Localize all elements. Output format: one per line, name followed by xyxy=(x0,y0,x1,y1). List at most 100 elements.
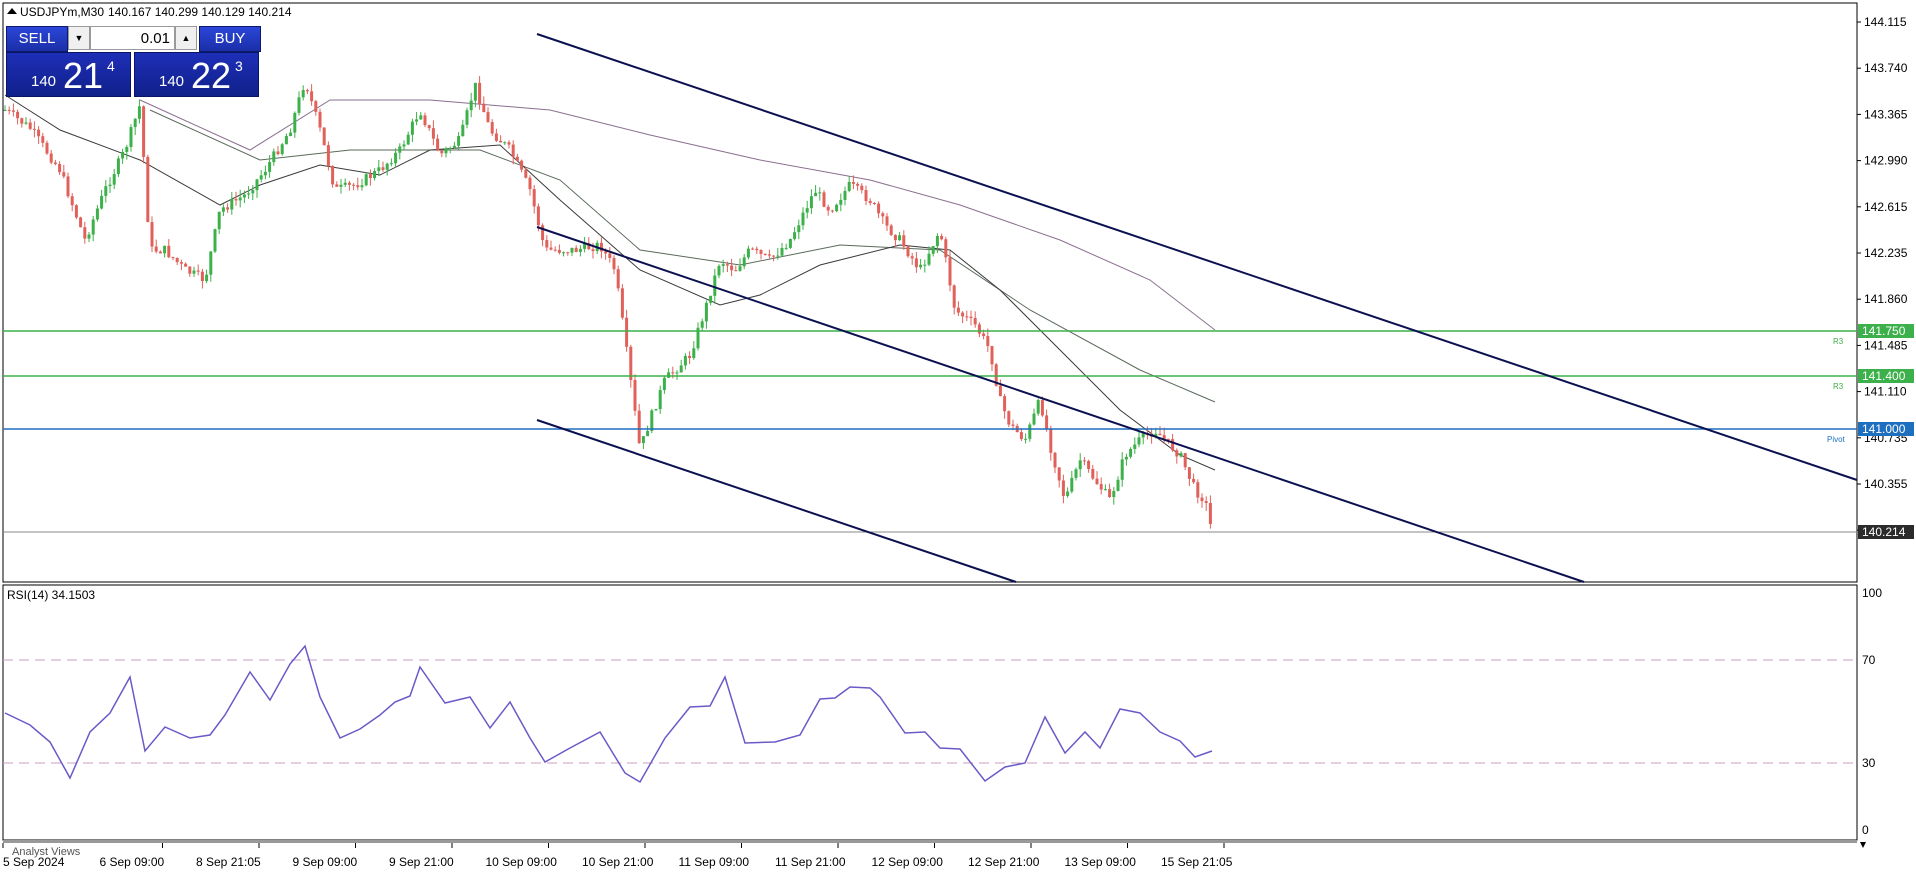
candle-body xyxy=(146,156,150,223)
candle-body xyxy=(1040,400,1044,416)
sell-quote[interactable]: 140 21 4 xyxy=(6,52,131,97)
candle-body xyxy=(776,255,780,257)
candle-body xyxy=(385,163,389,170)
price-axis[interactable]: 144.115 143.740 143.365 142.990 142.615 142.2… xyxy=(1857,15,1908,537)
candle-body xyxy=(793,232,797,240)
candle-body xyxy=(755,248,759,251)
candle-body xyxy=(226,207,230,210)
candle-body xyxy=(16,111,20,119)
candle-body xyxy=(1019,432,1023,440)
candle-body xyxy=(179,262,183,264)
candle-body xyxy=(675,372,679,374)
candle-body xyxy=(37,129,41,137)
price-tick-label: 142.990 xyxy=(1864,154,1908,168)
rsi-pane-frame xyxy=(2,584,1858,841)
candle-body xyxy=(419,115,423,120)
candle-body xyxy=(347,182,351,185)
sell-button[interactable]: SELL xyxy=(6,26,68,52)
candle-body xyxy=(125,146,129,152)
candle-body xyxy=(734,270,738,272)
candle-body xyxy=(444,148,448,154)
candle-body xyxy=(1187,467,1191,479)
price-tick-label: 142.235 xyxy=(1864,246,1908,260)
lot-increase-icon[interactable]: ▲ xyxy=(175,26,197,50)
candle-body xyxy=(948,257,952,286)
candle-body xyxy=(843,190,847,200)
candle-body xyxy=(499,140,503,143)
candle-body xyxy=(545,240,549,248)
candle-body xyxy=(1171,439,1175,451)
candle-body xyxy=(637,410,641,444)
buy-quote-fraction: 3 xyxy=(235,58,243,74)
candle-body xyxy=(532,189,536,207)
lot-size-input[interactable] xyxy=(90,26,175,50)
candle-body xyxy=(213,229,217,252)
candle-body xyxy=(74,205,78,218)
candle-body xyxy=(944,239,948,258)
scroll-down-icon[interactable] xyxy=(1860,842,1866,848)
candle-body xyxy=(826,206,830,211)
candle-body xyxy=(549,247,553,250)
candle-body xyxy=(457,136,461,146)
candle-body xyxy=(1196,482,1200,498)
r3-tag: R3 xyxy=(1833,337,1844,346)
r2-tag: R3 xyxy=(1833,382,1844,391)
candle-body xyxy=(490,122,494,134)
candle-body xyxy=(1049,429,1053,453)
candle-body xyxy=(864,190,868,202)
buy-quote[interactable]: 140 22 3 xyxy=(134,52,259,97)
candle-body xyxy=(1208,503,1212,524)
candle-body xyxy=(633,380,637,411)
candle-body xyxy=(473,82,477,101)
candle-body xyxy=(973,317,977,325)
candle-body xyxy=(360,185,364,188)
candle-body xyxy=(326,145,330,167)
candle-body xyxy=(289,132,293,137)
candle-body xyxy=(364,174,368,186)
candle-body xyxy=(49,153,53,163)
candle-body xyxy=(835,204,839,212)
candle-body xyxy=(1175,450,1179,457)
candle-body xyxy=(507,142,511,145)
candle-body xyxy=(1066,491,1070,496)
candle-body xyxy=(478,82,482,104)
candle-body xyxy=(730,265,734,271)
candle-body xyxy=(209,251,213,275)
price-tick-label: 140.355 xyxy=(1864,477,1908,491)
candle-body xyxy=(919,264,923,268)
candle-body xyxy=(259,175,263,180)
candle-body xyxy=(763,253,767,255)
candle-body xyxy=(205,274,209,282)
sell-quote-fraction: 4 xyxy=(107,58,115,74)
candle-body xyxy=(318,111,322,128)
candle-body xyxy=(100,195,104,209)
candle-body xyxy=(1087,460,1091,469)
candle-body xyxy=(1183,453,1187,468)
candle-body xyxy=(1091,468,1095,479)
time-tick-label: 11 Sep 09:00 xyxy=(679,855,750,869)
lot-decrease-icon[interactable]: ▼ xyxy=(68,26,90,50)
candle-body xyxy=(427,125,431,129)
candle-body xyxy=(297,97,301,113)
candle-body xyxy=(860,185,864,191)
candle-body xyxy=(154,246,158,252)
candle-body xyxy=(574,247,578,253)
buy-button[interactable]: BUY xyxy=(199,26,261,52)
candle-body xyxy=(406,134,410,145)
time-axis[interactable]: 5 Sep 2024 6 Sep 09:00 8 Sep 21:05 9 Sep 09… xyxy=(2,843,1233,869)
candle-body xyxy=(1162,435,1166,439)
candle-body xyxy=(784,247,788,249)
candle-body xyxy=(1179,453,1183,457)
candle-body xyxy=(284,136,288,145)
candle-body xyxy=(1200,497,1204,502)
candle-body xyxy=(79,217,83,228)
candle-body xyxy=(990,346,994,365)
chart-area[interactable]: USDJPYm,M30 140.167 140.299 140.129 140.… xyxy=(0,0,1916,874)
candle-body xyxy=(1099,484,1103,490)
pane-separator[interactable] xyxy=(3,840,1857,843)
time-tick-label: 8 Sep 21:05 xyxy=(196,855,261,869)
time-tick-label: 10 Sep 09:00 xyxy=(486,855,558,869)
candle-body xyxy=(255,179,259,191)
candle-body xyxy=(158,251,162,254)
candle-body xyxy=(373,171,377,178)
